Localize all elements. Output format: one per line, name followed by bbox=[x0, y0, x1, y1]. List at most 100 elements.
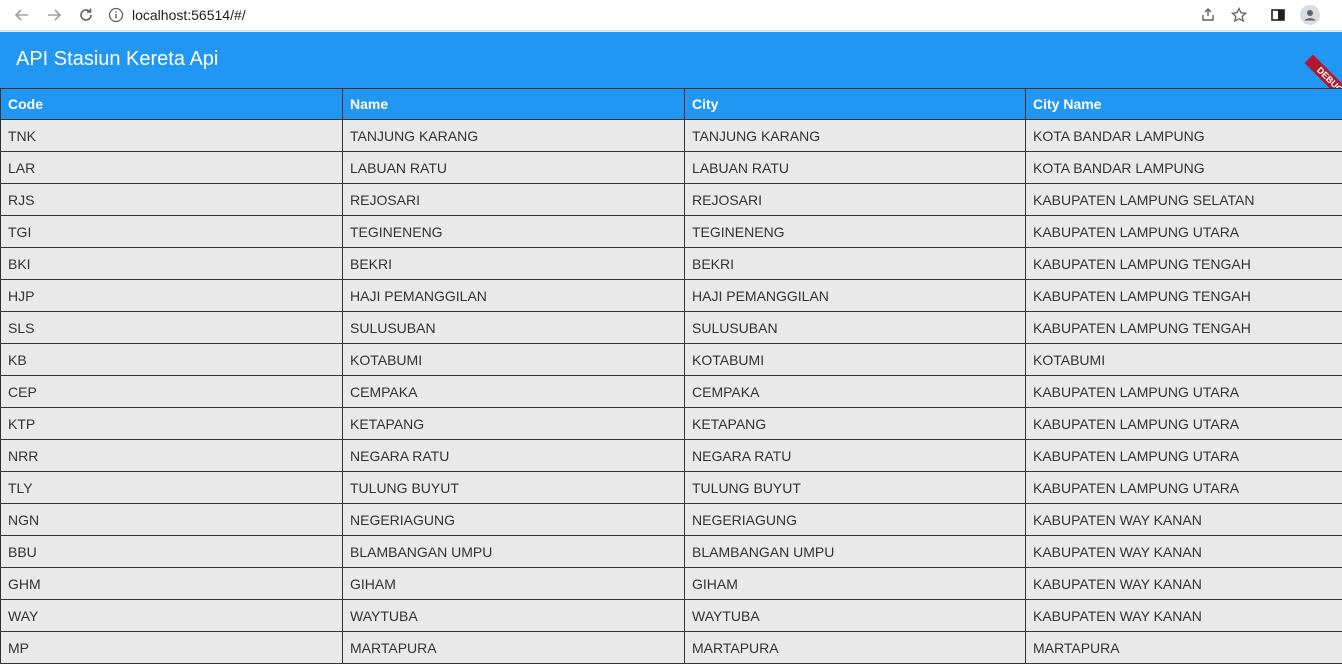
cell-code: KB bbox=[0, 344, 342, 375]
reload-icon[interactable] bbox=[76, 5, 96, 25]
header-code: Code bbox=[0, 89, 342, 119]
browser-toolbar: localhost:56514/#/ bbox=[0, 0, 1342, 31]
cell-name: LABUAN RATU bbox=[342, 152, 684, 183]
cell-city-name: KABUPATEN LAMPUNG UTARA bbox=[1025, 408, 1342, 439]
table-row: KTP KETAPANG KETAPANG KABUPATEN LAMPUNG UTA… bbox=[0, 408, 1342, 440]
header-name: Name bbox=[342, 89, 684, 119]
table-row: TLY TULUNG BUYUT TULUNG BUYUT KABUPATEN LAM… bbox=[0, 472, 1342, 504]
cell-code: TNK bbox=[0, 120, 342, 151]
cell-name: SULUSUBAN bbox=[342, 312, 684, 343]
app-bar: API Stasiun Kereta Api DEBUG bbox=[0, 32, 1342, 106]
cell-name: WAYTUBA bbox=[342, 600, 684, 631]
table-row: TGI TEGINENENG TEGINENENG KABUPATEN LAMPUNG… bbox=[0, 216, 1342, 248]
table-row: BBU BLAMBANGAN UMPU BLAMBANGAN UMPU KABUPAT… bbox=[0, 536, 1342, 568]
cell-city-name: KABUPATEN WAY KANAN bbox=[1025, 504, 1342, 535]
cell-city: HAJI PEMANGGILAN bbox=[684, 280, 1025, 311]
cell-city-name: KABUPATEN LAMPUNG UTARA bbox=[1025, 376, 1342, 407]
table-row: GHM GIHAM GIHAM KABUPATEN WAY KANAN bbox=[0, 568, 1342, 600]
cell-city-name: KABUPATEN LAMPUNG TENGAH bbox=[1025, 312, 1342, 343]
cell-code: CEP bbox=[0, 376, 342, 407]
stations-table: Code Name City City Name TNK TANJUNG KARA… bbox=[0, 88, 1342, 664]
cell-city-name: KABUPATEN LAMPUNG UTARA bbox=[1025, 216, 1342, 247]
side-panel-icon[interactable] bbox=[1268, 5, 1288, 25]
cell-name: REJOSARI bbox=[342, 184, 684, 215]
table-row: MP MARTAPURA MARTAPURA MARTAPURA bbox=[0, 632, 1342, 664]
cell-code: SLS bbox=[0, 312, 342, 343]
url-text[interactable]: localhost:56514/#/ bbox=[132, 7, 246, 23]
cell-city-name: KOTABUMI bbox=[1025, 344, 1342, 375]
cell-name: NEGERIAGUNG bbox=[342, 504, 684, 535]
cell-name: TULUNG BUYUT bbox=[342, 472, 684, 503]
cell-city-name: KABUPATEN LAMPUNG UTARA bbox=[1025, 440, 1342, 471]
cell-code: TGI bbox=[0, 216, 342, 247]
cell-city-name: KABUPATEN WAY KANAN bbox=[1025, 600, 1342, 631]
cell-city-name: KABUPATEN LAMPUNG TENGAH bbox=[1025, 248, 1342, 279]
cell-city-name: KABUPATEN LAMPUNG SELATAN bbox=[1025, 184, 1342, 215]
profile-avatar-icon[interactable] bbox=[1300, 5, 1320, 25]
cell-code: BBU bbox=[0, 536, 342, 567]
cell-code: NGN bbox=[0, 504, 342, 535]
cell-city: CEMPAKA bbox=[684, 376, 1025, 407]
table-row: SLS SULUSUBAN SULUSUBAN KABUPATEN LAMPUNG T… bbox=[0, 312, 1342, 344]
cell-city: TULUNG BUYUT bbox=[684, 472, 1025, 503]
cell-city: REJOSARI bbox=[684, 184, 1025, 215]
cell-name: TANJUNG KARANG bbox=[342, 120, 684, 151]
cell-city: WAYTUBA bbox=[684, 600, 1025, 631]
table-row: HJP HAJI PEMANGGILAN HAJI PEMANGGILAN KABUP… bbox=[0, 280, 1342, 312]
cell-city-name: MARTAPURA bbox=[1025, 632, 1342, 663]
cell-city-name: KABUPATEN WAY KANAN bbox=[1025, 568, 1342, 599]
cell-code: HJP bbox=[0, 280, 342, 311]
cell-city: NEGARA RATU bbox=[684, 440, 1025, 471]
table-row: LAR LABUAN RATU LABUAN RATU KOTA BANDAR LAM… bbox=[0, 152, 1342, 184]
cell-city-name: KABUPATEN WAY KANAN bbox=[1025, 536, 1342, 567]
cell-city-name: KOTA BANDAR LAMPUNG bbox=[1025, 152, 1342, 183]
cell-code: LAR bbox=[0, 152, 342, 183]
cell-city: KETAPANG bbox=[684, 408, 1025, 439]
page-title: API Stasiun Kereta Api bbox=[16, 48, 219, 70]
cell-city: BEKRI bbox=[684, 248, 1025, 279]
cell-city-name: KABUPATEN LAMPUNG UTARA bbox=[1025, 472, 1342, 503]
share-icon[interactable] bbox=[1198, 5, 1218, 25]
cell-city-name: KABUPATEN LAMPUNG TENGAH bbox=[1025, 280, 1342, 311]
cell-city: TANJUNG KARANG bbox=[684, 120, 1025, 151]
cell-name: HAJI PEMANGGILAN bbox=[342, 280, 684, 311]
table-row: RJS REJOSARI REJOSARI KABUPATEN LAMPUNG SEL… bbox=[0, 184, 1342, 216]
cell-city: BLAMBANGAN UMPU bbox=[684, 536, 1025, 567]
cell-code: WAY bbox=[0, 600, 342, 631]
table-row: WAY WAYTUBA WAYTUBA KABUPATEN WAY KANAN bbox=[0, 600, 1342, 632]
cell-code: RJS bbox=[0, 184, 342, 215]
address-bar[interactable]: localhost:56514/#/ bbox=[108, 3, 1258, 27]
cell-code: MP bbox=[0, 632, 342, 663]
cell-name: CEMPAKA bbox=[342, 376, 684, 407]
table-row: TNK TANJUNG KARANG TANJUNG KARANG KOTA BAND… bbox=[0, 120, 1342, 152]
site-info-icon[interactable] bbox=[108, 7, 124, 23]
header-city: City bbox=[684, 89, 1025, 119]
table-row: NGN NEGERIAGUNG NEGERIAGUNG KABUPATEN WAY K… bbox=[0, 504, 1342, 536]
cell-code: GHM bbox=[0, 568, 342, 599]
cell-city: GIHAM bbox=[684, 568, 1025, 599]
cell-city: SULUSUBAN bbox=[684, 312, 1025, 343]
cell-city: KOTABUMI bbox=[684, 344, 1025, 375]
cell-city: NEGERIAGUNG bbox=[684, 504, 1025, 535]
cell-name: KOTABUMI bbox=[342, 344, 684, 375]
back-icon[interactable] bbox=[12, 5, 32, 25]
cell-city: TEGINENENG bbox=[684, 216, 1025, 247]
cell-name: BLAMBANGAN UMPU bbox=[342, 536, 684, 567]
cell-name: BEKRI bbox=[342, 248, 684, 279]
cell-code: KTP bbox=[0, 408, 342, 439]
header-city-name: City Name bbox=[1025, 89, 1342, 119]
table-row: BKI BEKRI BEKRI KABUPATEN LAMPUNG TENGAH bbox=[0, 248, 1342, 280]
cell-name: MARTAPURA bbox=[342, 632, 684, 663]
cell-name: KETAPANG bbox=[342, 408, 684, 439]
table-row: NRR NEGARA RATU NEGARA RATU KABUPATEN LAMPU… bbox=[0, 440, 1342, 472]
cell-code: NRR bbox=[0, 440, 342, 471]
forward-icon[interactable] bbox=[44, 5, 64, 25]
table-header-row: Code Name City City Name bbox=[0, 88, 1342, 120]
cell-city: MARTAPURA bbox=[684, 632, 1025, 663]
cell-name: GIHAM bbox=[342, 568, 684, 599]
table-body: TNK TANJUNG KARANG TANJUNG KARANG KOTA BAND… bbox=[0, 120, 1342, 664]
cell-city-name: KOTA BANDAR LAMPUNG bbox=[1025, 120, 1342, 151]
cell-name: NEGARA RATU bbox=[342, 440, 684, 471]
table-row: CEP CEMPAKA CEMPAKA KABUPATEN LAMPUNG UTARA bbox=[0, 376, 1342, 408]
bookmark-star-icon[interactable] bbox=[1229, 5, 1249, 25]
